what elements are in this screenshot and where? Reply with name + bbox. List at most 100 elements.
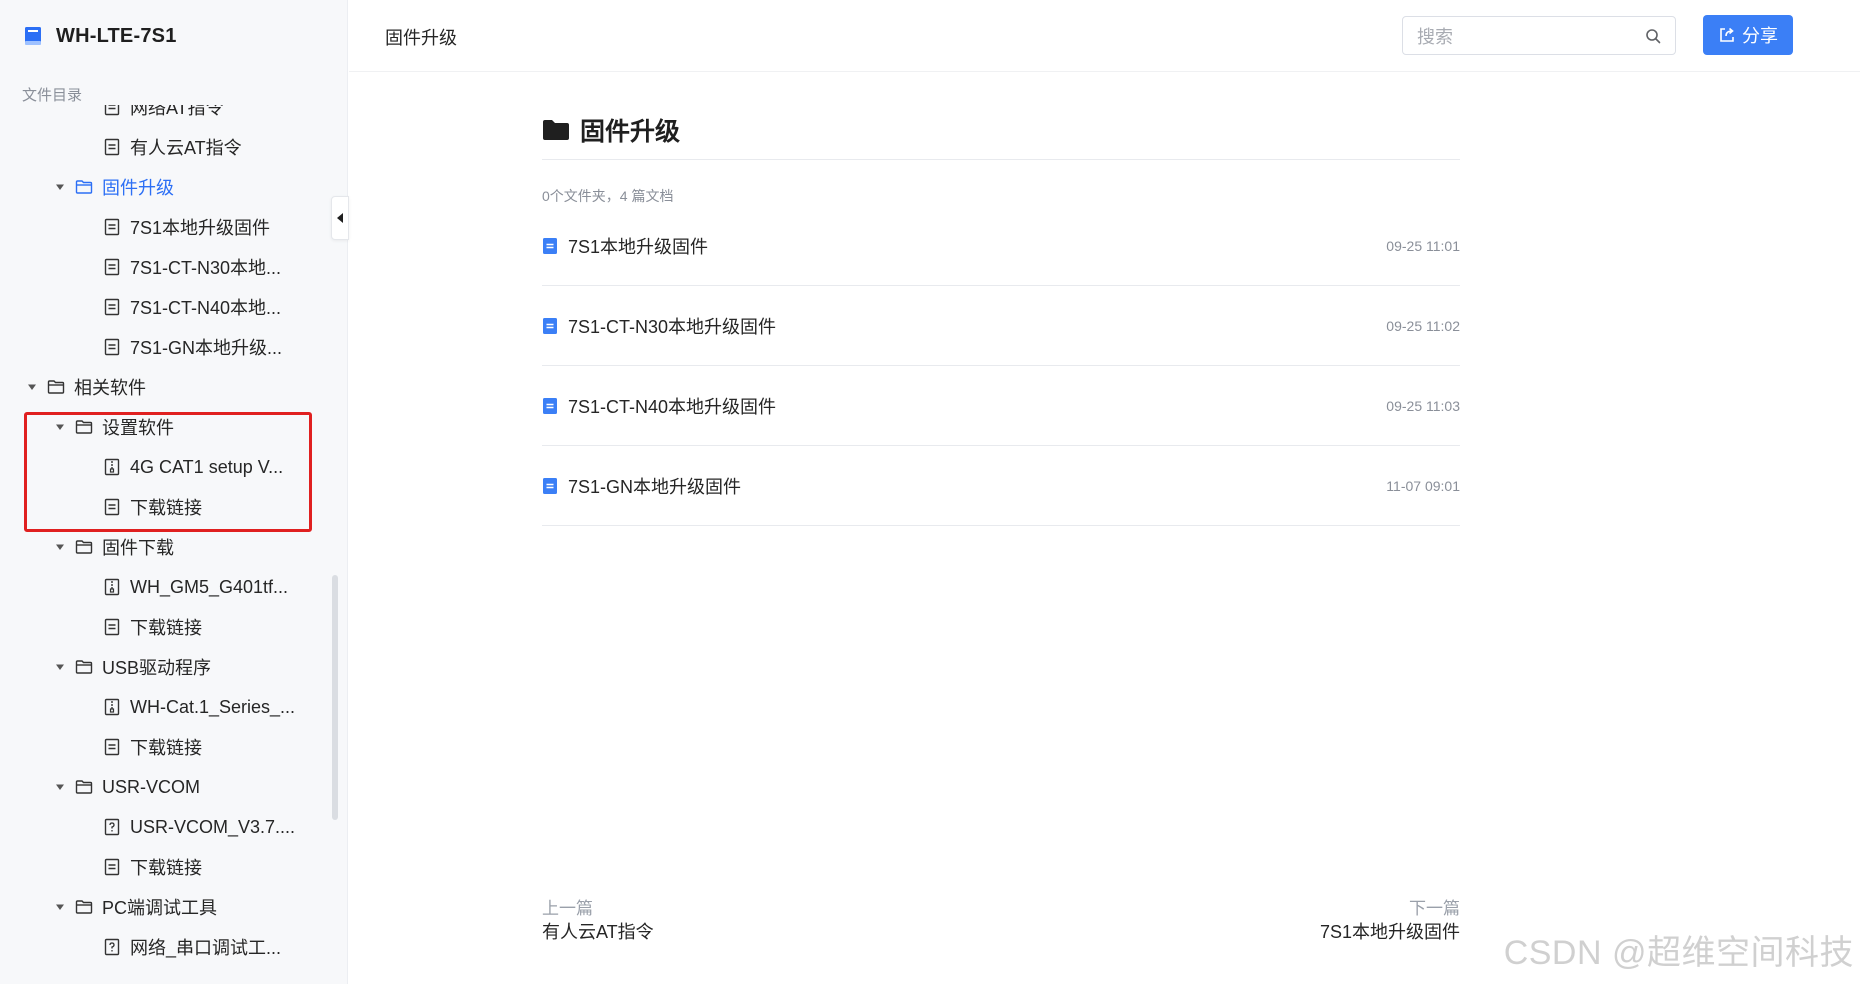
collapse-sidebar-button[interactable] xyxy=(331,196,349,240)
doc-row[interactable]: 7S1-CT-N40本地升级固件 09-25 11:03 xyxy=(542,366,1460,446)
tree-doc[interactable]: WH-Cat.1_Series_... xyxy=(0,687,330,727)
archive-icon xyxy=(102,457,122,477)
doc-icon xyxy=(102,497,122,517)
doc-name: 7S1-GN本地升级固件 xyxy=(568,476,742,497)
tree-folder[interactable]: 相关软件 xyxy=(0,367,330,407)
sidebar-section-label: 文件目录 xyxy=(22,87,83,104)
tree-node-label: 下载链接 xyxy=(130,498,202,518)
tree-node-label: 7S1本地升级固件 xyxy=(130,218,271,238)
caret-down-icon[interactable] xyxy=(52,659,68,675)
tree-doc[interactable]: 7S1-CT-N40本地... xyxy=(0,287,330,327)
tree-node-label: 7S1-GN本地升级... xyxy=(130,338,283,358)
tree-doc[interactable]: 下载链接 xyxy=(0,727,330,767)
tree-doc[interactable]: 7S1本地升级固件 xyxy=(0,207,330,247)
folder-icon xyxy=(74,537,94,557)
breadcrumb[interactable]: 固件升级 xyxy=(385,24,457,50)
tree-node-label: 有人云AT指令 xyxy=(130,138,242,158)
caret-down-icon[interactable] xyxy=(52,179,68,195)
sidebar-header[interactable]: WH-LTE-7S1 xyxy=(24,20,177,52)
watermark: CSDN @超维空间科技 xyxy=(1503,934,1854,972)
book-icon xyxy=(24,26,42,46)
caret-down-icon[interactable] xyxy=(24,379,40,395)
tree-folder[interactable]: 设置软件 xyxy=(0,407,330,447)
tree-doc[interactable]: WH_GM5_G401tf... xyxy=(0,567,330,607)
share-button[interactable]: 分享 xyxy=(1703,15,1793,55)
doc-list: 7S1本地升级固件 09-25 11:01 7S1-CT-N30本地升级固件 09-2… xyxy=(542,206,1460,526)
tree-node-label: 下载链接 xyxy=(130,738,202,758)
tree-node-label: USR-VCOM xyxy=(102,776,200,797)
tree-doc[interactable]: 7S1-CT-N30本地... xyxy=(0,247,330,287)
tree-doc[interactable]: 下载链接 xyxy=(0,487,330,527)
folder-icon xyxy=(74,417,94,437)
tree-node-label: PC端调试工具 xyxy=(102,898,218,918)
caret-down-icon[interactable] xyxy=(52,899,68,915)
tree-node-label: 下载链接 xyxy=(130,618,202,638)
next-doc-link[interactable]: 下一篇 7S1本地升级固件 xyxy=(1320,898,1460,944)
doc-icon xyxy=(542,237,558,255)
caret-down-icon[interactable] xyxy=(52,419,68,435)
caret-down-icon[interactable] xyxy=(52,779,68,795)
tree-node-label: 7S1-CT-N30本地... xyxy=(130,258,282,278)
share-icon xyxy=(1720,27,1734,42)
file-tree: 网络AT指令有人云AT指令固件升级 7S1本地升级固件 7S1-CT-N30本地..… xyxy=(0,105,330,984)
doc-icon xyxy=(102,257,122,277)
tree-node-label: 网络AT指令 xyxy=(130,105,224,118)
folder-icon xyxy=(74,177,94,197)
next-label: 下一篇 xyxy=(1409,899,1460,918)
tree-doc[interactable]: 网络_串口调试工... xyxy=(0,927,330,967)
tree-folder[interactable]: USR-VCOM xyxy=(0,767,330,807)
sidebar-scrollbar[interactable] xyxy=(332,575,338,820)
doc-icon xyxy=(542,397,558,415)
doc-icon xyxy=(102,217,122,237)
doc-time: 09-25 11:02 xyxy=(1386,317,1460,334)
tree-doc[interactable]: 4G CAT1 setup V... xyxy=(0,447,330,487)
search-input[interactable]: 搜索 xyxy=(1402,16,1676,55)
tree-node-label: USB驱动程序 xyxy=(102,658,212,678)
tree-folder[interactable]: PC端调试工具 xyxy=(0,887,330,927)
main-content: 固件升级 0个文件夹，4 篇文档 7S1本地升级固件 09-25 11:01 7S1… xyxy=(542,100,1460,526)
topbar: 固件升级 搜索 分享 xyxy=(349,0,1860,72)
doc-time: 11-07 09:01 xyxy=(1386,477,1460,494)
tree-folder[interactable]: 固件升级 xyxy=(0,167,330,207)
tree-node-label: 设置软件 xyxy=(102,418,174,438)
folder-stats: 0个文件夹，4 篇文档 xyxy=(542,188,674,204)
page-title: 固件升级 xyxy=(580,117,681,146)
library-title: WH-LTE-7S1 xyxy=(56,24,177,47)
share-label: 分享 xyxy=(1742,26,1778,46)
doc-row[interactable]: 7S1-GN本地升级固件 11-07 09:01 xyxy=(542,446,1460,526)
tree-node-label: 网络_串口调试工... xyxy=(130,938,282,958)
caret-left-icon xyxy=(337,213,343,223)
tree-node-label: 固件升级 xyxy=(102,178,174,198)
doc-icon xyxy=(542,317,558,335)
tree-doc[interactable]: 下载链接 xyxy=(0,607,330,647)
tree-folder[interactable]: USB驱动程序 xyxy=(0,647,330,687)
tree-doc[interactable]: 下载链接 xyxy=(0,847,330,887)
doc-icon xyxy=(102,105,122,117)
folder-icon xyxy=(542,118,570,142)
tree-doc[interactable]: 网络AT指令 xyxy=(0,105,330,127)
doc-icon xyxy=(102,337,122,357)
tree-doc[interactable]: 7S1-GN本地升级... xyxy=(0,327,330,367)
search-placeholder: 搜索 xyxy=(1417,26,1453,47)
search-icon[interactable] xyxy=(1645,28,1661,44)
tree-folder[interactable]: 固件下载 xyxy=(0,527,330,567)
doc-time: 09-25 11:01 xyxy=(1386,237,1460,254)
doc-icon xyxy=(102,617,122,637)
tree-doc[interactable]: 有人云AT指令 xyxy=(0,127,330,167)
doc-name: 7S1本地升级固件 xyxy=(568,236,709,257)
folder-icon xyxy=(74,897,94,917)
folder-icon xyxy=(74,777,94,797)
tree-node-label: USR-VCOM_V3.7.... xyxy=(130,816,296,837)
prev-doc-link[interactable]: 上一篇 有人云AT指令 xyxy=(542,898,654,944)
tree-node-label: 下载链接 xyxy=(130,858,202,878)
doc-row[interactable]: 7S1-CT-N30本地升级固件 09-25 11:02 xyxy=(542,286,1460,366)
sidebar: WH-LTE-7S1 文件目录 网络AT指令有人云AT指令固件升级 7S1本地升级… xyxy=(0,0,348,984)
tree-doc[interactable]: USR-VCOM_V3.7.... xyxy=(0,807,330,847)
doc-name: 7S1-CT-N40本地升级固件 xyxy=(568,396,777,417)
doc-icon xyxy=(102,857,122,877)
caret-down-icon[interactable] xyxy=(52,539,68,555)
tree-node-label: 7S1-CT-N40本地... xyxy=(130,298,282,318)
doc-row[interactable]: 7S1本地升级固件 09-25 11:01 xyxy=(542,206,1460,286)
file-unknown-icon xyxy=(102,937,122,957)
next-title: 7S1本地升级固件 xyxy=(1319,922,1460,942)
